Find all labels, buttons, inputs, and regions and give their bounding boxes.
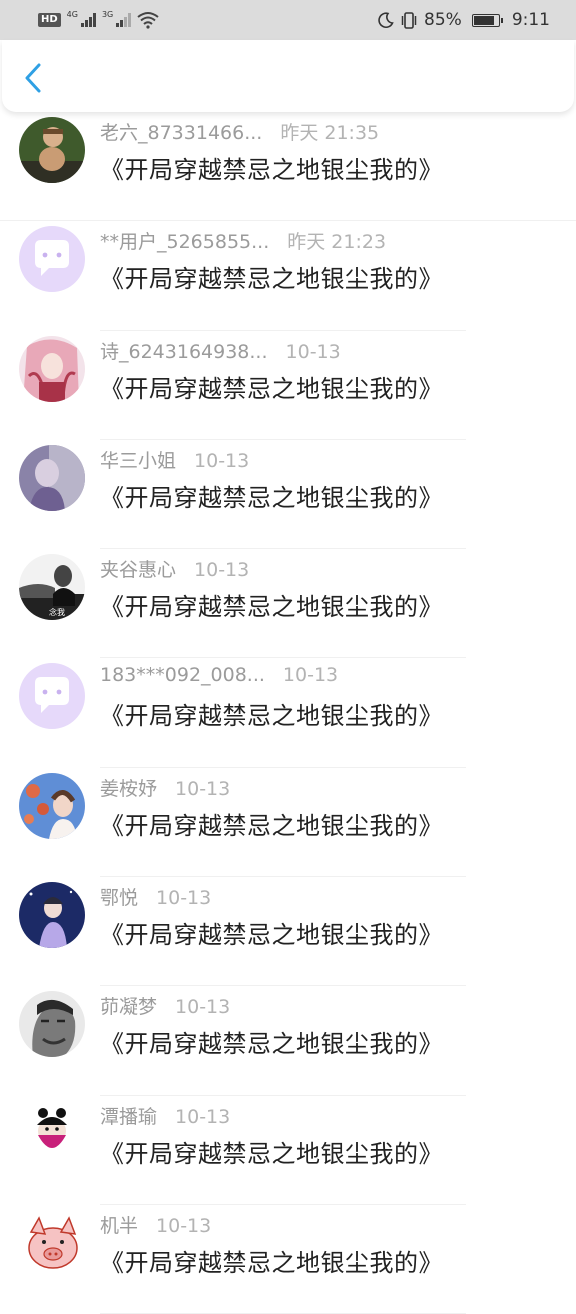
comment-item[interactable]: **用户_5265855... 昨天 21:23 《开局穿越禁忌之地银尘我的》 — [0, 221, 576, 331]
svg-text:念我: 念我 — [49, 607, 65, 617]
battery-fill — [473, 15, 494, 25]
comment-time: 10-13 — [194, 559, 250, 582]
comment-text: 《开局穿越禁忌之地银尘我的》 — [100, 1030, 443, 1059]
comment-item[interactable]: 华三小姐 10-13 《开局穿越禁忌之地银尘我的》 — [0, 440, 576, 550]
chevron-left-icon — [25, 63, 41, 93]
avatar[interactable] — [19, 444, 85, 511]
comment-meta: 机半 10-13 — [100, 1211, 211, 1238]
comment-text: 《开局穿越禁忌之地银尘我的》 — [100, 1139, 443, 1168]
avatar[interactable] — [19, 991, 85, 1058]
username[interactable]: 夹谷惠心 — [100, 555, 176, 582]
status-bar: HD 4G 3G 85% 9:11 — [0, 0, 576, 40]
comment-meta: 潭播瑜 10-13 — [100, 1102, 230, 1129]
comment-time: 10-13 — [156, 887, 212, 910]
comment-time: 10-13 — [282, 664, 339, 687]
network-type-2: 3G — [101, 9, 114, 19]
avatar[interactable] — [19, 1209, 85, 1276]
comment-time: 10-13 — [175, 777, 231, 800]
username[interactable]: 183***092_008... — [100, 664, 265, 686]
comment-text: 《开局穿越禁忌之地银尘我的》 — [100, 811, 443, 840]
comment-item[interactable]: 183***092_008... 10-13 《开局穿越禁忌之地银尘我的》 — [0, 658, 576, 768]
username[interactable]: 机半 — [100, 1211, 138, 1238]
avatar[interactable] — [19, 663, 85, 730]
avatar[interactable]: 念我 — [19, 554, 85, 621]
avatar[interactable] — [19, 226, 85, 293]
comment-item[interactable]: 潭播瑜 10-13 《开局穿越禁忌之地银尘我的》 — [0, 1096, 576, 1205]
comment-text: 《开局穿越禁忌之地银尘我的》 — [100, 265, 443, 294]
username[interactable]: 诗_6243164938... — [100, 337, 268, 364]
comment-text: 《开局穿越禁忌之地银尘我的》 — [100, 593, 443, 622]
username[interactable]: 老六_87331466... — [100, 118, 262, 145]
moon-icon — [378, 11, 394, 28]
comment-time: 10-13 — [285, 340, 341, 363]
comment-meta: 茆凝梦 10-13 — [100, 992, 230, 1019]
comment-text: 《开局穿越禁忌之地银尘我的》 — [100, 1248, 443, 1277]
comment-meta: **用户_5265855... 昨天 21:23 — [100, 227, 386, 254]
comment-item[interactable]: 诗_6243164938... 10-13 《开局穿越禁忌之地银尘我的》 — [0, 331, 576, 440]
signal-strength-icon — [80, 13, 96, 27]
battery-percent: 85% — [424, 10, 462, 30]
username[interactable]: 茆凝梦 — [100, 992, 157, 1019]
vibrate-icon — [401, 11, 417, 29]
username[interactable]: **用户_5265855... — [100, 227, 269, 254]
username[interactable]: 潭播瑜 — [100, 1102, 157, 1129]
back-button[interactable] — [20, 62, 48, 94]
comment-time: 昨天 21:23 — [287, 231, 387, 254]
comment-text: 《开局穿越禁忌之地银尘我的》 — [100, 156, 443, 184]
username[interactable]: 鄂悦 — [100, 883, 138, 910]
comment-meta: 姜桉妤 10-13 — [100, 774, 230, 801]
comment-meta: 鄂悦 10-13 — [100, 883, 211, 910]
username[interactable]: 姜桉妤 — [100, 774, 157, 801]
wifi-icon — [137, 12, 159, 29]
comment-meta: 183***092_008... 10-13 — [100, 664, 338, 686]
status-left: HD 4G 3G — [38, 9, 159, 29]
battery-icon — [471, 13, 503, 27]
comment-time: 10-13 — [156, 1214, 212, 1237]
comment-meta: 老六_87331466... 昨天 21:35 — [100, 118, 379, 145]
comment-meta: 诗_6243164938... 10-13 — [100, 337, 341, 364]
comment-text: 《开局穿越禁忌之地银尘我的》 — [100, 921, 443, 950]
clock: 9:11 — [511, 10, 550, 30]
avatar[interactable] — [19, 335, 85, 402]
comment-time: 10-13 — [175, 1105, 231, 1128]
status-right: 85% 9:11 — [377, 10, 550, 30]
avatar[interactable] — [19, 772, 85, 839]
username[interactable]: 华三小姐 — [100, 446, 176, 473]
network-type-1: 4G — [66, 9, 78, 19]
comment-item[interactable]: 茆凝梦 10-13 《开局穿越禁忌之地银尘我的》 — [0, 986, 576, 1096]
comment-time: 10-13 — [175, 996, 231, 1019]
comment-time: 昨天 21:35 — [280, 122, 380, 144]
signal-strength-2-icon — [116, 13, 132, 27]
avatar[interactable] — [19, 1100, 85, 1167]
comment-text: 《开局穿越禁忌之地银尘我的》 — [100, 702, 443, 731]
avatar[interactable] — [19, 882, 85, 949]
comment-meta: 夹谷惠心 10-13 — [100, 555, 249, 582]
comment-time: 10-13 — [194, 449, 250, 472]
comment-list: 老六_87331466... 昨天 21:35 《开局穿越禁忌之地银尘我的》 **用户… — [0, 112, 576, 1314]
comment-item[interactable]: 鄂悦 10-13 《开局穿越禁忌之地银尘我的》 — [0, 877, 576, 987]
avatar[interactable] — [19, 117, 85, 183]
top-nav-bar — [2, 40, 574, 112]
comment-item[interactable]: 老六_87331466... 昨天 21:35 《开局穿越禁忌之地银尘我的》 — [0, 112, 576, 222]
hd-badge: HD — [38, 13, 61, 27]
comment-item[interactable]: 机半 10-13 《开局穿越禁忌之地银尘我的》 — [0, 1205, 576, 1314]
comment-text: 《开局穿越禁忌之地银尘我的》 — [100, 483, 443, 512]
comment-item[interactable]: 姜桉妤 10-13 《开局穿越禁忌之地银尘我的》 — [0, 768, 576, 878]
comment-text: 《开局穿越禁忌之地银尘我的》 — [100, 374, 443, 403]
comment-item[interactable]: 念我 夹谷惠心 10-13 《开局穿越禁忌之地银尘我的》 — [0, 549, 576, 659]
comment-meta: 华三小姐 10-13 — [100, 446, 249, 473]
